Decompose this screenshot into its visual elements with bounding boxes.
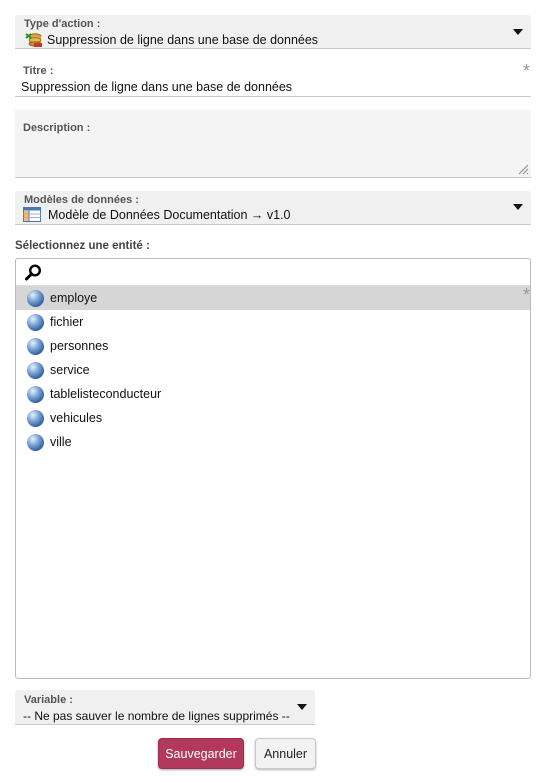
action-type-value: Suppression de ligne dans une base de do… <box>47 33 319 47</box>
entity-icon <box>27 362 44 379</box>
action-type-select[interactable]: Type d'action : Suppression de ligne dan… <box>15 15 531 49</box>
entity-name: service <box>50 363 90 377</box>
data-model-value: Modèle de Données Documentation → v1.0 <box>48 208 291 222</box>
action-type-label: Type d'action : <box>24 18 101 30</box>
chevron-down-icon[interactable] <box>297 704 307 710</box>
data-model-icon <box>23 207 41 222</box>
required-asterisk-icon: * <box>522 285 530 305</box>
entity-name: fichier <box>50 315 84 329</box>
entity-name: employe <box>50 291 98 305</box>
resize-handle-icon[interactable] <box>517 163 529 175</box>
list-item[interactable]: fichier <box>16 310 530 334</box>
entity-list-box: employe * fichier personnes service tabl… <box>15 258 531 679</box>
chevron-down-icon[interactable] <box>513 204 523 210</box>
entity-icon <box>27 290 44 307</box>
list-item[interactable]: personnes <box>16 334 530 358</box>
description-field[interactable]: Description : <box>15 110 531 178</box>
title-input[interactable]: Suppression de ligne dans une base de do… <box>21 80 292 94</box>
entity-select-label: Sélectionnez une entité : <box>15 240 150 252</box>
list-item[interactable]: employe * <box>16 286 530 310</box>
description-label: Description : <box>23 122 91 134</box>
entity-name: vehicules <box>50 411 103 425</box>
entity-icon <box>27 386 44 403</box>
entity-icon <box>27 434 44 451</box>
chevron-down-icon[interactable] <box>513 29 523 35</box>
entity-name: tablelisteconducteur <box>50 387 162 401</box>
save-button[interactable]: Sauvegarder <box>158 738 244 769</box>
database-delete-icon <box>25 33 42 47</box>
entity-list: employe * fichier personnes service tabl… <box>16 286 530 454</box>
list-item[interactable]: vehicules <box>16 406 530 430</box>
data-model-select[interactable]: Modèles de données : Modèle de Données D… <box>15 191 531 225</box>
entity-icon <box>27 314 44 331</box>
entity-name: ville <box>50 435 72 449</box>
cancel-button[interactable]: Annuler <box>255 738 316 769</box>
list-item[interactable]: tablelisteconducteur <box>16 382 530 406</box>
search-icon <box>25 264 42 281</box>
list-item[interactable]: service <box>16 358 530 382</box>
variable-value: -- Ne pas sauver le nombre de lignes sup… <box>23 709 290 723</box>
entity-search-input[interactable] <box>50 262 520 282</box>
entity-icon <box>27 410 44 427</box>
entity-search-bar <box>16 259 530 286</box>
title-label: Titre : <box>23 65 54 77</box>
entity-icon <box>27 338 44 355</box>
variable-label: Variable : <box>24 694 73 706</box>
list-item[interactable]: ville <box>16 430 530 454</box>
title-field[interactable]: Titre : Suppression de ligne dans une ba… <box>15 61 531 97</box>
required-asterisk-icon: * <box>522 61 530 81</box>
entity-name: personnes <box>50 339 109 353</box>
data-model-label: Modèles de données : <box>24 194 139 206</box>
variable-select[interactable]: Variable : -- Ne pas sauver le nombre de… <box>15 690 315 725</box>
